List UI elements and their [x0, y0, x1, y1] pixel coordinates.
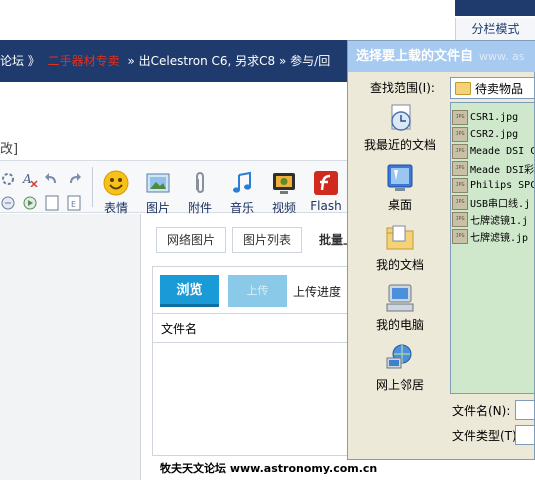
file-list: JPG CSR1.jpg JPG CSR2.jpg JPG Meade DSI C J… — [450, 102, 535, 394]
file-item[interactable]: JPG 七牌滤镜1.j — [451, 211, 534, 228]
music-icon — [229, 170, 255, 196]
file-item[interactable]: JPG Meade DSI C — [451, 143, 534, 160]
file-type-dropdown[interactable] — [515, 425, 535, 445]
undo-icon[interactable] — [44, 171, 60, 187]
look-in-dropdown[interactable]: 待卖物品 — [450, 77, 535, 99]
flash-button[interactable]: Flash — [306, 170, 346, 213]
video-icon — [271, 170, 297, 196]
file-name-field[interactable] — [515, 400, 535, 420]
file-name: Meade DSI C — [470, 146, 534, 157]
edit-mode-link[interactable]: 改] — [0, 138, 18, 157]
place-recent[interactable]: 我最近的文档 — [355, 102, 445, 153]
network-places-icon — [384, 342, 416, 374]
smiley-icon — [103, 170, 129, 196]
top-nav-bar — [455, 0, 535, 16]
filename-column-header: 文件名 — [153, 313, 349, 343]
place-desktop[interactable]: 桌面 — [355, 162, 445, 213]
tab-web-image[interactable]: 网络图片 — [156, 227, 227, 253]
place-network[interactable]: 网上邻居 — [355, 342, 445, 393]
dialog-title-bar[interactable]: 选择要上载的文件自 www. as — [348, 41, 535, 72]
paperclip-icon — [187, 170, 213, 196]
jpg-icon: JPG — [452, 144, 468, 159]
file-type-label: 文件类型(T): — [452, 429, 521, 443]
breadcrumb: 论坛 》 二手器材专卖 » 出Celestron C6, 另求C8 » 参与/回 — [0, 40, 350, 82]
place-recent-label: 我最近的文档 — [363, 138, 436, 152]
jpg-icon: JPG — [452, 178, 468, 193]
file-item[interactable]: JPG Philips SPC — [451, 177, 534, 194]
dialog-title: 选择要上载的文件自 — [356, 49, 474, 64]
file-item[interactable]: JPG 七牌滤镜.jp — [451, 228, 534, 245]
jpg-icon: JPG — [452, 195, 468, 210]
attachment-button[interactable]: 附件 — [184, 170, 216, 216]
svg-text:A: A — [22, 172, 32, 186]
look-in-value: 待卖物品 — [475, 81, 524, 96]
file-name: 七牌滤镜1.j — [470, 216, 529, 227]
emoticon-button[interactable]: 表情 — [100, 170, 132, 216]
look-in-label: 查找范围(I): — [370, 81, 435, 95]
jpg-icon: JPG — [452, 229, 468, 244]
flash-label: Flash — [310, 199, 342, 213]
file-name: Philips SPC — [470, 180, 534, 191]
upload-progress-label: 上传进度 — [293, 285, 342, 299]
music-button[interactable]: 音乐 — [226, 170, 258, 216]
site-footer: 牧夫天文论坛 www.astronomy.com.cn — [160, 462, 378, 475]
flash-icon — [313, 170, 339, 196]
jpg-icon: JPG — [452, 161, 468, 176]
image-button[interactable]: 图片 — [142, 170, 174, 216]
breadcrumb-thread[interactable]: » 出Celestron C6, 另求C8 » 参与/回 — [128, 54, 331, 68]
file-name: USB串口线.j — [470, 199, 531, 210]
file-item[interactable]: JPG CSR1.jpg — [451, 109, 534, 126]
browse-button[interactable]: 浏览 — [160, 275, 219, 307]
place-network-label: 网上邻居 — [375, 378, 424, 392]
page-icon[interactable] — [44, 195, 60, 211]
desktop-icon — [384, 162, 416, 194]
video-button[interactable]: 视频 — [268, 170, 300, 216]
place-my-computer-label: 我的电脑 — [375, 318, 424, 332]
place-my-documents[interactable]: 我的文档 — [355, 222, 445, 273]
file-item[interactable]: JPG Meade DSI彩 — [451, 160, 534, 177]
picture-icon — [145, 170, 171, 196]
jpg-icon: JPG — [452, 127, 468, 142]
file-name: CSR2.jpg — [470, 129, 519, 140]
file-name: Meade DSI彩 — [470, 165, 534, 176]
file-name: 七牌滤镜.jp — [470, 233, 529, 244]
split-mode-button[interactable]: 分栏模式 — [455, 18, 535, 40]
editor-left-pane — [0, 214, 140, 480]
place-my-computer[interactable]: 我的电脑 — [355, 282, 445, 333]
svg-text:E: E — [71, 200, 76, 209]
format-icon[interactable] — [0, 171, 16, 187]
file-name: CSR1.jpg — [470, 112, 519, 123]
places-bar: 我最近的文档 桌面 我的文档 我的电脑 网上邻居 — [355, 102, 445, 402]
place-desktop-label: 桌面 — [387, 198, 412, 212]
document-icon[interactable]: E — [66, 195, 82, 211]
my-computer-icon — [384, 282, 416, 314]
jpg-icon: JPG — [452, 212, 468, 227]
recent-documents-icon — [384, 102, 416, 134]
folder-icon — [455, 81, 471, 95]
tab-image-list[interactable]: 图片列表 — [232, 227, 303, 253]
jpg-icon: JPG — [452, 110, 468, 125]
clear-format-icon[interactable]: A — [22, 171, 38, 187]
file-name-label: 文件名(N): — [452, 404, 511, 418]
redo-icon[interactable] — [66, 171, 82, 187]
dialog-title-url: www. as — [479, 50, 525, 63]
breadcrumb-board[interactable]: 二手器材专卖 — [48, 54, 120, 68]
file-item[interactable]: JPG USB串口线.j — [451, 194, 534, 211]
my-documents-icon — [384, 222, 416, 254]
insert-media-icon[interactable] — [22, 195, 38, 211]
insert-table-icon[interactable] — [0, 195, 16, 211]
place-my-documents-label: 我的文档 — [375, 258, 424, 272]
file-item[interactable]: JPG CSR2.jpg — [451, 126, 534, 143]
toolbar-divider — [92, 167, 93, 207]
upload-button[interactable]: 上传 — [228, 275, 287, 307]
content-area — [0, 82, 350, 144]
breadcrumb-forum[interactable]: 论坛 》 — [0, 54, 40, 68]
